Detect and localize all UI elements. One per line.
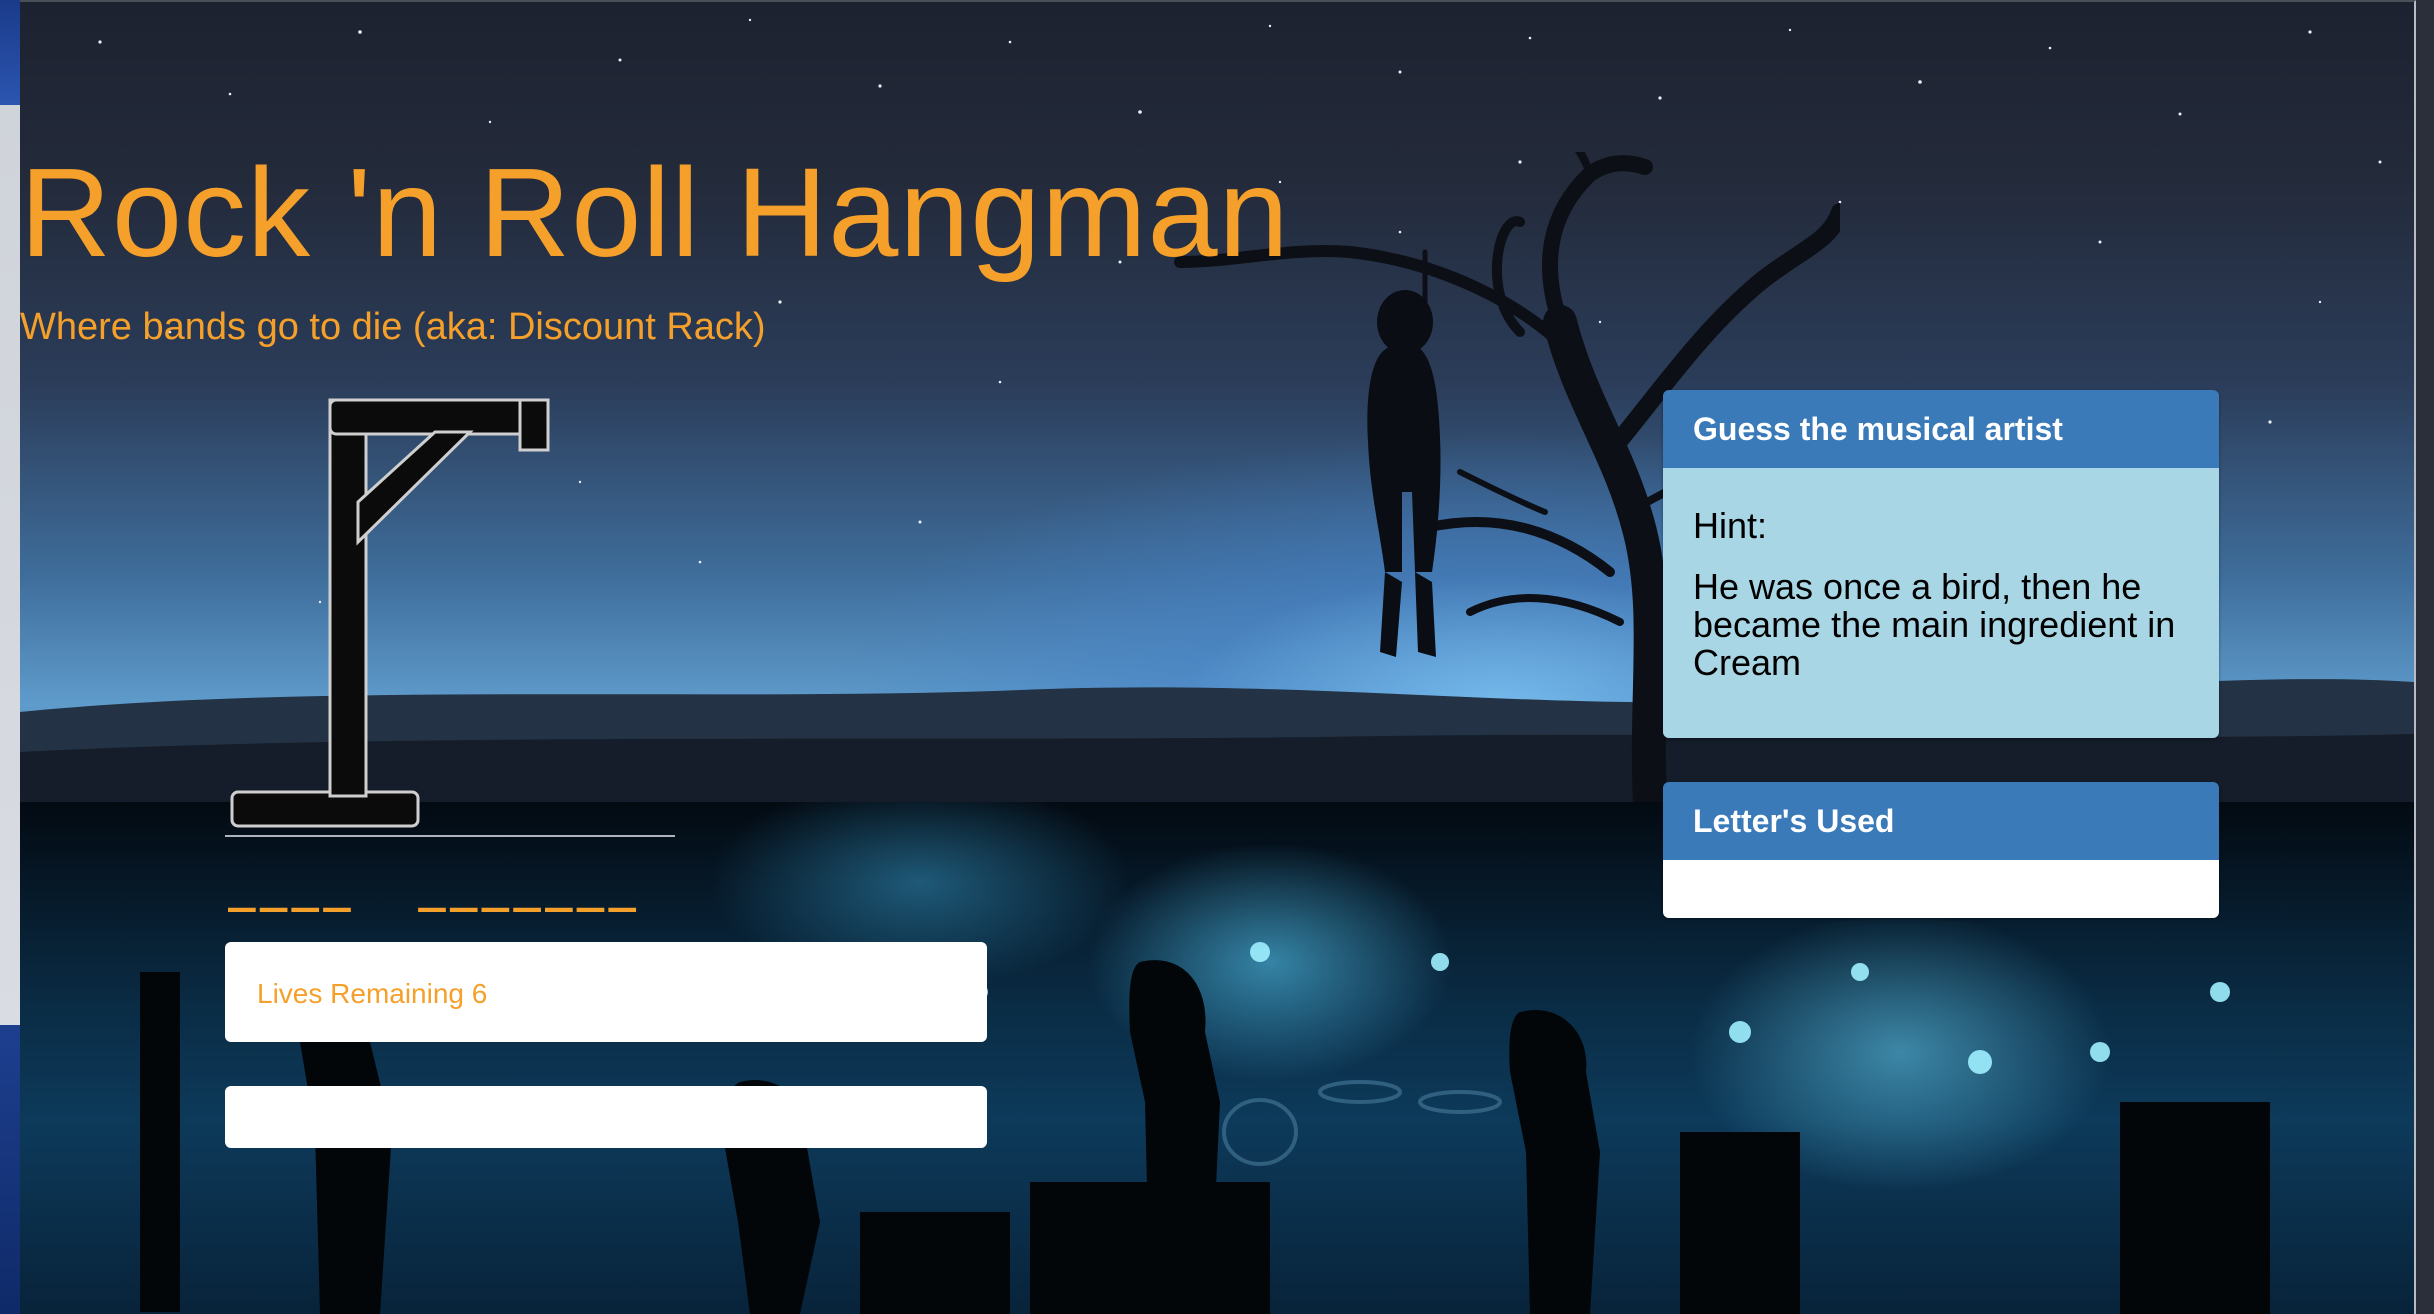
- hint-panel-body: Hint: He was once a bird, then he became…: [1663, 468, 2219, 738]
- hint-text: He was once a bird, then he became the m…: [1693, 565, 2176, 683]
- ground-line: [225, 835, 675, 837]
- letters-used-panel: Letter's Used: [1663, 782, 2219, 918]
- word-blanks: ____ _______: [228, 858, 641, 912]
- letters-used-heading: Letter's Used: [1663, 782, 2219, 860]
- letters-used-list: [1663, 860, 2219, 918]
- gallows-image: [230, 398, 550, 828]
- hint-panel: Guess the musical artist Hint: He was on…: [1663, 390, 2219, 738]
- desktop-background: [0, 0, 20, 1314]
- page-subtitle: Where bands go to die (aka: Discount Rac…: [20, 306, 766, 348]
- page-title: Rock 'n Roll Hangman: [20, 142, 1290, 283]
- lives-remaining-box: Lives Remaining 6: [225, 942, 987, 1042]
- guess-input[interactable]: [225, 1086, 987, 1148]
- screen: Rock 'n Roll Hangman Where bands go to d…: [0, 0, 2434, 1314]
- hint-label: Hint:: [1693, 505, 1768, 546]
- hint-panel-heading: Guess the musical artist: [1663, 390, 2219, 468]
- browser-viewport: Rock 'n Roll Hangman Where bands go to d…: [20, 0, 2416, 1314]
